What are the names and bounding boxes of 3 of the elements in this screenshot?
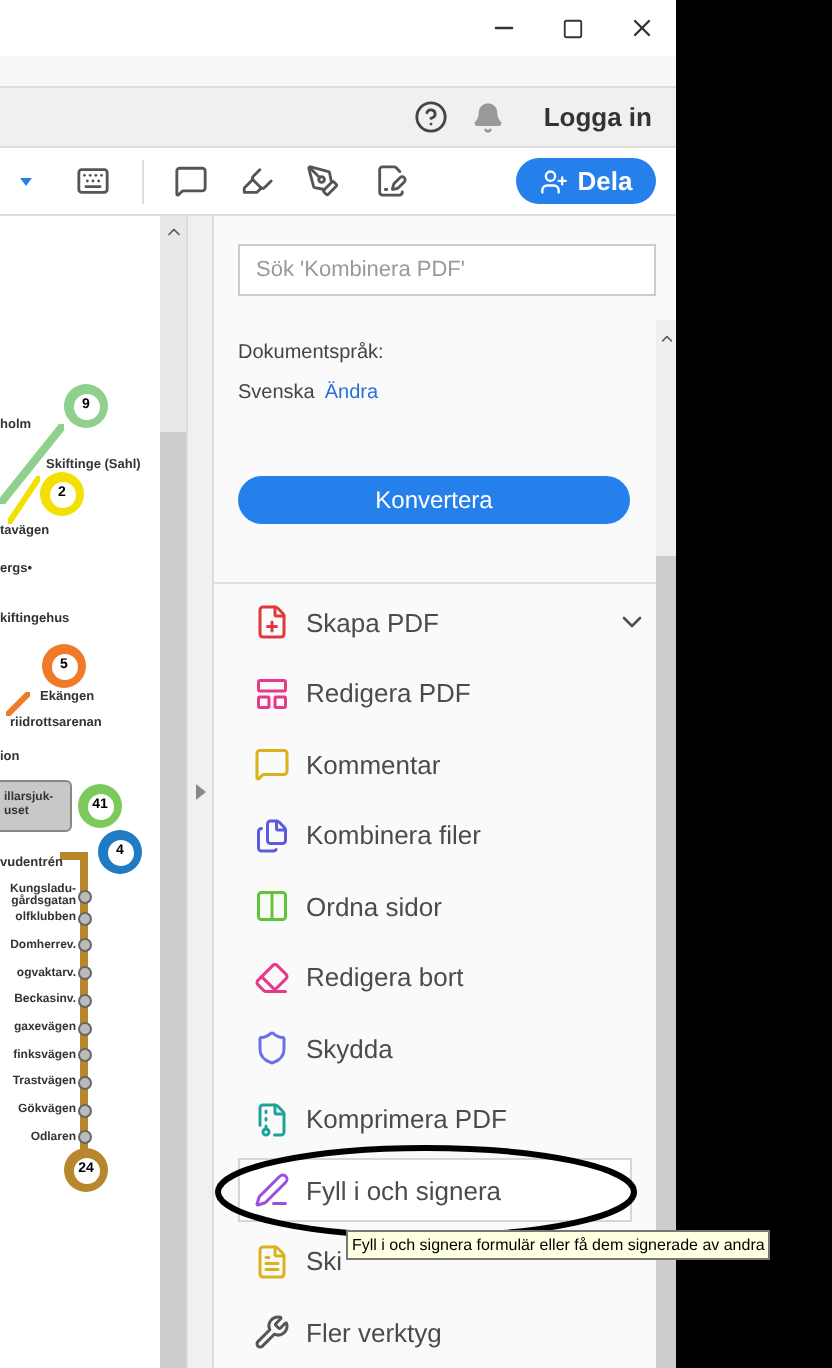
tooltip: Fyll i och signera formulär eller få dem signerade av andra <box>346 1229 771 1259</box>
language-label: Dokumentspråk: <box>238 340 386 368</box>
language-value: Svenska <box>238 380 315 408</box>
